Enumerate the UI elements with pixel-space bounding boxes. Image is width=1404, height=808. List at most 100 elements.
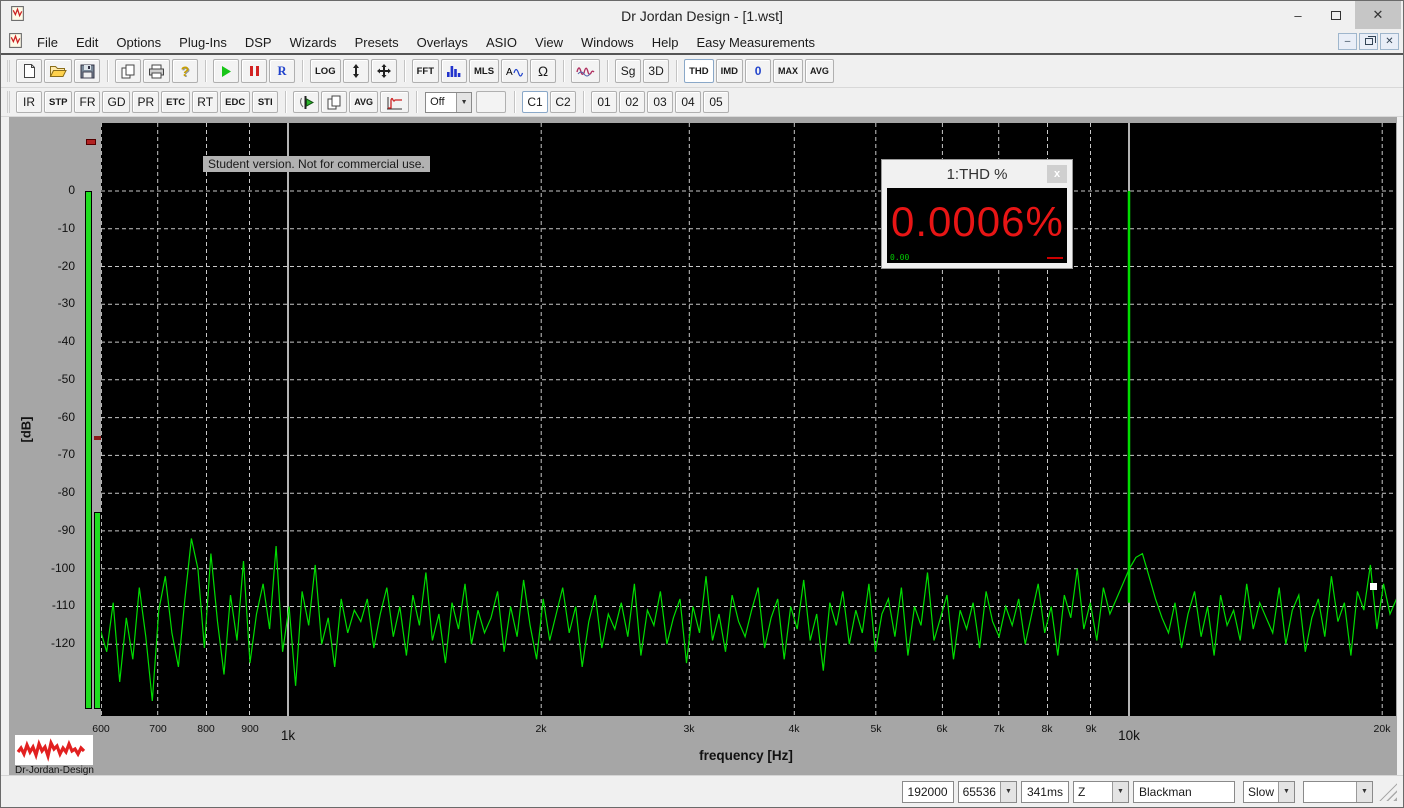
preset-04-button[interactable]: 04: [675, 91, 702, 113]
sweep-button[interactable]: A: [501, 59, 529, 83]
menu-item-dsp[interactable]: DSP: [236, 34, 281, 51]
averaging-speed-select[interactable]: Slow ▼: [1242, 780, 1295, 803]
menu-item-presets[interactable]: Presets: [346, 34, 408, 51]
sti-button[interactable]: STI: [252, 91, 279, 113]
signal-generator-button[interactable]: Sg: [615, 59, 642, 83]
preset-02-button[interactable]: 02: [619, 91, 646, 113]
fft-size-select[interactable]: 65536 ▼: [957, 780, 1017, 803]
copy-button[interactable]: [115, 59, 141, 83]
thd-close-icon[interactable]: x: [1047, 165, 1067, 183]
menu-item-view[interactable]: View: [526, 34, 572, 51]
averaging-speed-value: Slow: [1247, 784, 1274, 799]
gate-button[interactable]: [293, 91, 320, 113]
window-title: Dr Jordan Design - [1.wst]: [621, 8, 783, 24]
wavelet-button[interactable]: [571, 59, 601, 83]
menu-item-windows[interactable]: Windows: [572, 34, 643, 51]
menu-item-wizards[interactable]: Wizards: [281, 34, 346, 51]
imd-button[interactable]: IMD: [715, 59, 744, 83]
thd-button[interactable]: THD: [684, 59, 714, 83]
overlay-copy-button[interactable]: [321, 91, 348, 113]
avg2-button[interactable]: AVG: [349, 91, 379, 113]
impedance-button[interactable]: Ω: [530, 59, 557, 83]
open-button[interactable]: [44, 59, 72, 83]
preset-03-button[interactable]: 03: [647, 91, 674, 113]
trigger-level-button[interactable]: [476, 91, 507, 113]
pause-icon: [249, 65, 260, 77]
thd-window[interactable]: 1:THD % x 0.0006% 0.00: [881, 159, 1073, 269]
fft-button[interactable]: FFT: [411, 59, 440, 83]
record-button[interactable]: R: [269, 59, 295, 83]
spectrum-plot[interactable]: Ch#1 Student version. Not for commercial…: [101, 123, 1396, 716]
menu-item-plug-ins[interactable]: Plug-Ins: [170, 34, 236, 51]
close-icon[interactable]: ✕: [1355, 1, 1401, 29]
maximize-icon[interactable]: [1317, 1, 1355, 29]
menu-item-easy-measurements[interactable]: Easy Measurements: [687, 34, 824, 51]
thd-window-title: 1:THD %: [946, 165, 1008, 183]
fr-button[interactable]: FR: [74, 91, 101, 113]
zero-button[interactable]: 0: [745, 59, 772, 83]
x-tick-label: 3k: [683, 723, 695, 735]
spectrum-button[interactable]: [441, 59, 468, 83]
stp-button[interactable]: STP: [44, 91, 73, 113]
save-button[interactable]: [74, 59, 100, 83]
ir-button[interactable]: IR: [16, 91, 42, 113]
rt-button[interactable]: RT: [192, 91, 219, 113]
menu-item-edit[interactable]: Edit: [67, 34, 107, 51]
trigger-select[interactable]: Off ▼: [425, 91, 473, 113]
toolbar-separator: [676, 60, 678, 82]
help-icon: ?: [180, 63, 190, 79]
preset-05-button[interactable]: 05: [703, 91, 730, 113]
cursor-marker[interactable]: [1370, 583, 1377, 590]
mdi-close-icon[interactable]: ✕: [1380, 33, 1399, 50]
menu-item-overlays[interactable]: Overlays: [408, 34, 477, 51]
x-tick-label: 1k: [280, 728, 296, 743]
channel-2-button[interactable]: C2: [550, 91, 577, 113]
avg-button[interactable]: AVG: [805, 59, 834, 83]
x-tick-label: 2k: [535, 723, 547, 735]
play-button[interactable]: [213, 59, 239, 83]
title-bar: Dr Jordan Design - [1.wst] – ✕: [1, 1, 1403, 31]
preset-01-button[interactable]: 01: [591, 91, 618, 113]
x-tick-label: 8k: [1041, 723, 1053, 735]
channel-1-button[interactable]: C1: [522, 91, 549, 113]
chevron-down-icon: ▼: [1111, 781, 1128, 802]
y-tick-label: -60: [57, 410, 75, 424]
pr-button[interactable]: PR: [132, 91, 160, 113]
save-icon: [80, 64, 95, 79]
etc-button[interactable]: ETC: [161, 91, 191, 113]
menu-item-file[interactable]: File: [28, 34, 67, 51]
edc-button[interactable]: EDC: [220, 91, 251, 113]
x-axis-title: frequency [Hz]: [699, 748, 793, 763]
vertical-zoom-button[interactable]: [342, 59, 369, 83]
resize-grip[interactable]: [1379, 782, 1397, 801]
pause-button[interactable]: [241, 59, 267, 83]
help-button[interactable]: ?: [172, 59, 198, 83]
gd-button[interactable]: GD: [102, 91, 131, 113]
print-button[interactable]: [143, 59, 170, 83]
max-button[interactable]: MAX: [773, 59, 804, 83]
menu-item-asio[interactable]: ASIO: [477, 34, 526, 51]
step-response-button[interactable]: [380, 91, 410, 113]
toolbar-separator: [563, 60, 565, 82]
new-button[interactable]: [16, 59, 42, 83]
overload-indicator: [86, 139, 96, 145]
toolbar-separator: [514, 91, 516, 113]
chevron-down-icon: ▼: [999, 781, 1016, 802]
y-tick-label: -50: [57, 372, 75, 386]
gate-icon: [298, 95, 315, 110]
toolbar-grip[interactable]: [7, 60, 10, 82]
mls-button[interactable]: MLS: [469, 59, 500, 83]
extra-select[interactable]: ▼: [1303, 780, 1373, 803]
toolbar-grip[interactable]: [7, 91, 10, 113]
pan-button[interactable]: [370, 59, 397, 83]
log-scale-button[interactable]: LOG: [310, 59, 341, 83]
3d-button[interactable]: 3D: [643, 59, 670, 83]
minimize-icon[interactable]: –: [1279, 1, 1317, 29]
weighting-select[interactable]: Z ▼: [1072, 780, 1129, 803]
menu-item-options[interactable]: Options: [107, 34, 170, 51]
mdi-restore-icon[interactable]: [1359, 33, 1378, 50]
mdi-minimize-icon[interactable]: –: [1338, 33, 1357, 50]
menu-item-help[interactable]: Help: [643, 34, 688, 51]
menu-bar: File Edit Options Plug-Ins DSP Wizards Presets…: [1, 31, 1403, 53]
copy-icon: [120, 64, 136, 79]
